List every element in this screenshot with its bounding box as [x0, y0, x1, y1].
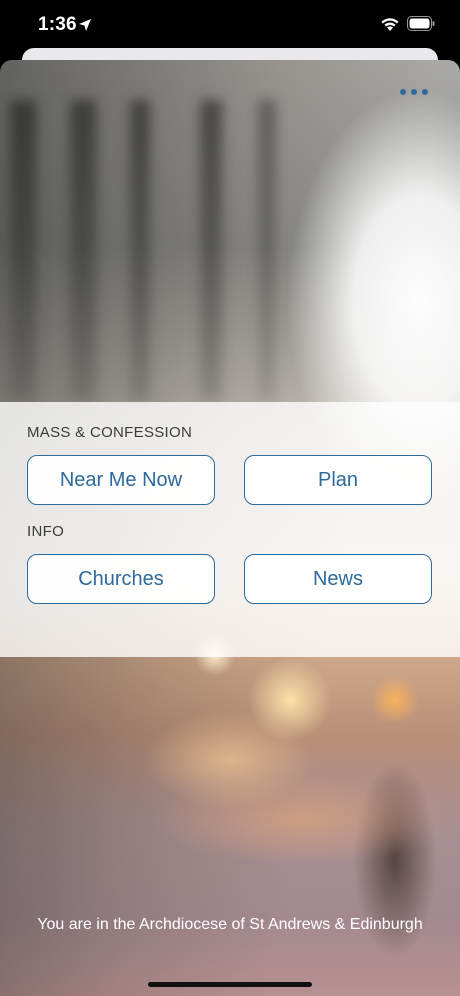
- section-label-info: INFO: [27, 523, 65, 540]
- background-blur-shape: [130, 100, 150, 400]
- more-options-button[interactable]: [400, 82, 428, 102]
- battery-icon: [407, 16, 435, 31]
- near-me-now-button[interactable]: Near Me Now: [27, 455, 215, 505]
- background-blur-shape: [70, 100, 96, 400]
- more-horizontal-icon: [400, 89, 406, 95]
- actions-panel: MASS & CONFESSION Near Me Now Plan INFO …: [0, 402, 460, 657]
- diocese-location-text: You are in the Archdiocese of St Andrews…: [37, 916, 423, 933]
- more-horizontal-icon: [411, 89, 417, 95]
- churches-button[interactable]: Churches: [27, 554, 215, 604]
- home-indicator[interactable]: [148, 982, 312, 987]
- section-label-mass-confession: MASS & CONFESSION: [27, 424, 193, 441]
- background-blur-shape: [10, 100, 36, 400]
- plan-button[interactable]: Plan: [244, 455, 432, 505]
- wifi-icon: [381, 18, 399, 31]
- more-horizontal-icon: [422, 89, 428, 95]
- status-bar: 1:36: [0, 0, 460, 50]
- background-blur-shape: [258, 100, 276, 400]
- location-arrow-icon: [79, 19, 91, 31]
- main-sheet: MASS & CONFESSION Near Me Now Plan INFO …: [0, 60, 460, 996]
- news-button[interactable]: News: [244, 554, 432, 604]
- status-time: 1:36: [38, 14, 77, 35]
- background-blur-shape: [200, 100, 222, 400]
